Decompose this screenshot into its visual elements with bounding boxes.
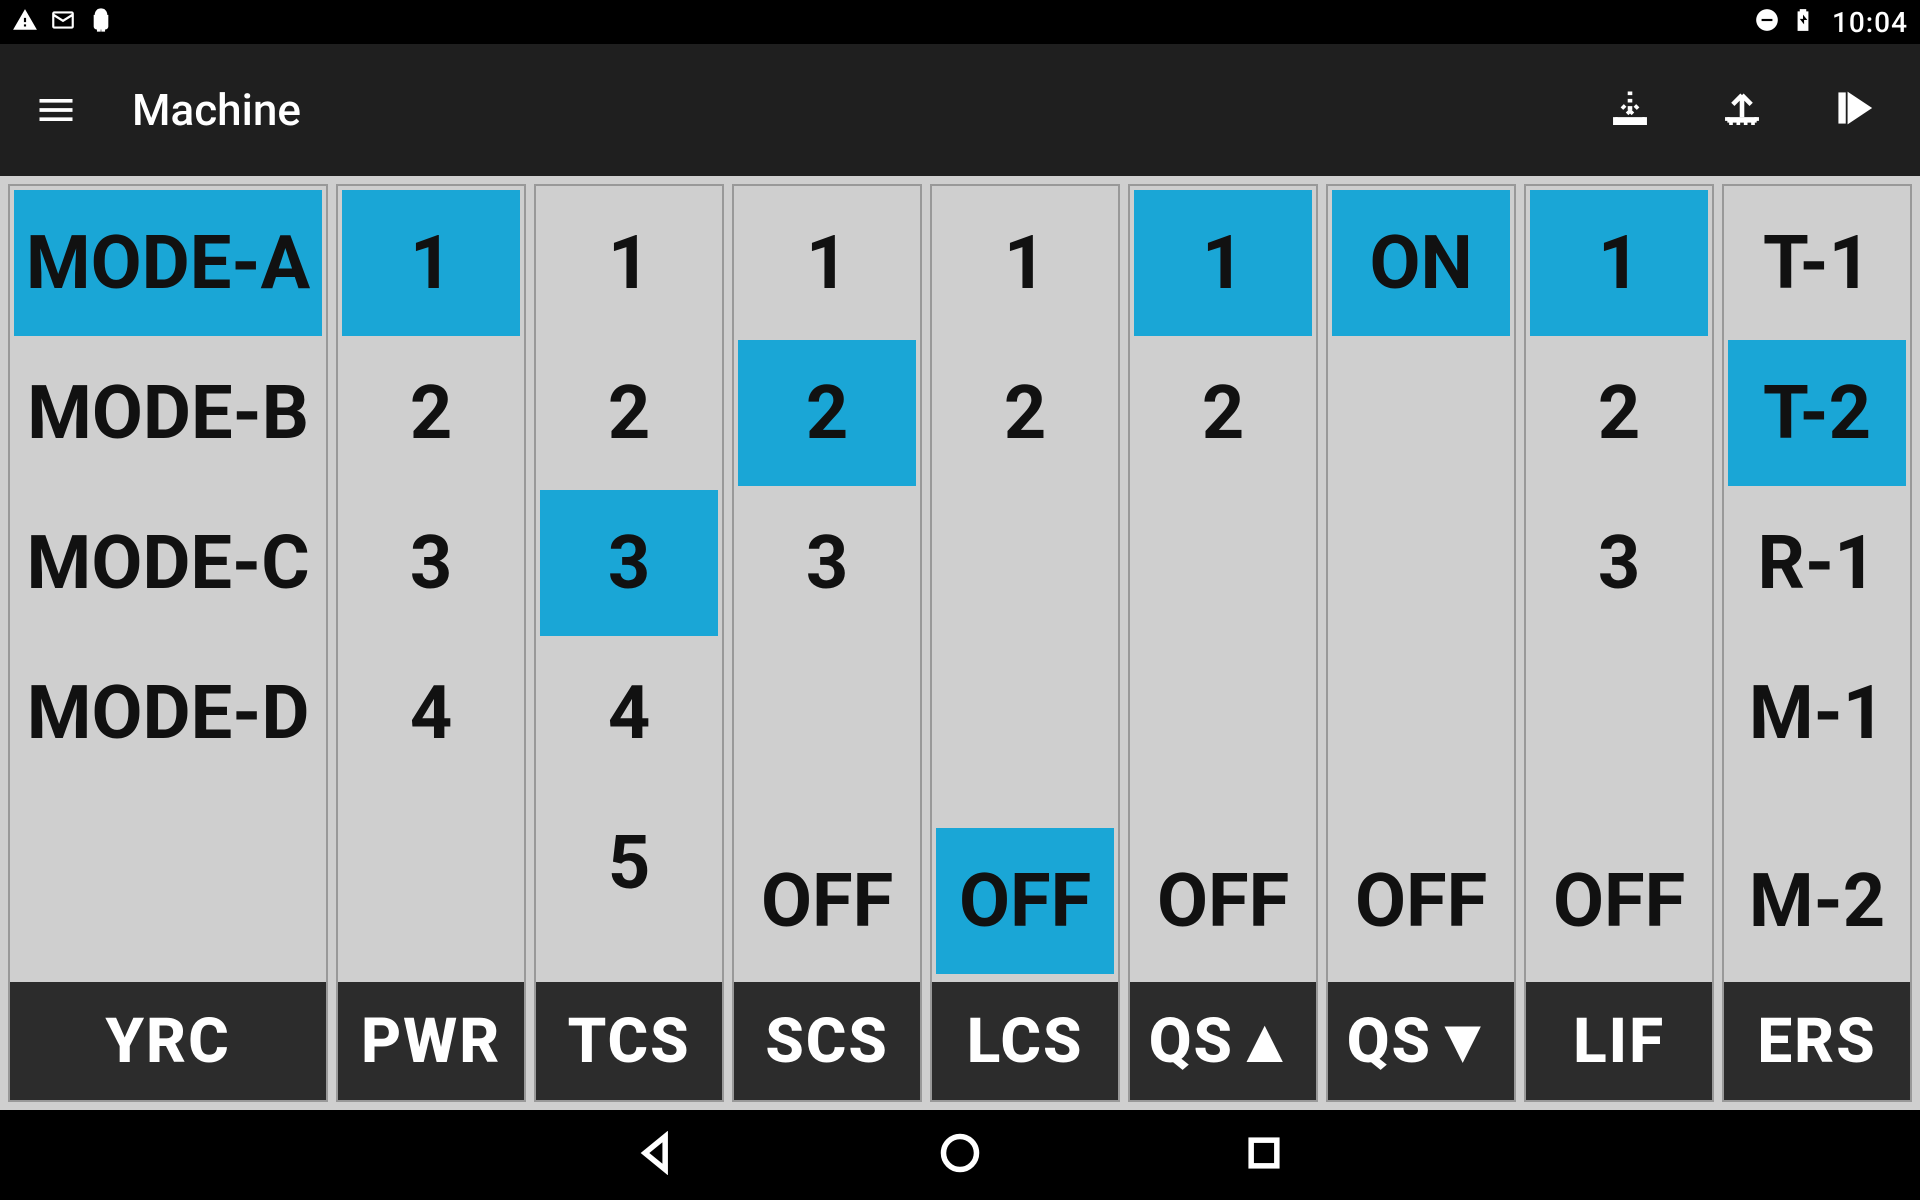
spacer xyxy=(734,734,920,828)
spacer xyxy=(1130,715,1316,828)
spacer xyxy=(338,790,524,884)
column-label-qs[interactable]: QS▲ xyxy=(1130,982,1316,1100)
option-tcs-2[interactable]: 2 xyxy=(540,340,718,486)
option-lif-2[interactable]: 2 xyxy=(1530,340,1708,486)
recents-button[interactable] xyxy=(1242,1131,1286,1179)
option-qs-2[interactable]: 2 xyxy=(1134,340,1312,486)
home-button[interactable] xyxy=(938,1131,982,1179)
column-scs: 123 OFFSCS xyxy=(732,184,922,1102)
option-yrc-modec[interactable]: MODE-C xyxy=(14,490,322,636)
column-yrc: MODE-AMODE-BMODE-CMODE-D YRC xyxy=(8,184,328,1102)
settings-grid: MODE-AMODE-BMODE-CMODE-DYRC1234PWR12345T… xyxy=(0,176,1920,1110)
column-label-scs[interactable]: SCS xyxy=(734,982,920,1100)
column-ers: T-1T-2R-1M-1 M-2ERS xyxy=(1722,184,1912,1102)
option-scs-3[interactable]: 3 xyxy=(738,490,916,636)
option-qs-off[interactable]: OFF xyxy=(1332,828,1510,974)
option-ers-m2[interactable]: M-2 xyxy=(1728,828,1906,974)
option-scs-2[interactable]: 2 xyxy=(738,340,916,486)
column-label-lif[interactable]: LIF xyxy=(1526,982,1712,1100)
option-pwr-1[interactable]: 1 xyxy=(342,190,520,336)
option-qs-off[interactable]: OFF xyxy=(1134,828,1312,974)
navigation-bar xyxy=(0,1110,1920,1200)
column-qs: 12 OFFQS▲ xyxy=(1128,184,1318,1102)
option-ers-t1[interactable]: T-1 xyxy=(1728,190,1906,336)
back-button[interactable] xyxy=(634,1131,678,1179)
option-tcs-1[interactable]: 1 xyxy=(540,190,718,336)
option-qs-on[interactable]: ON xyxy=(1332,190,1510,336)
android-icon xyxy=(88,7,114,37)
mail-icon xyxy=(50,7,76,37)
option-tcs-5[interactable]: 5 xyxy=(540,790,718,936)
spacer xyxy=(1724,790,1910,828)
option-ers-r1[interactable]: R-1 xyxy=(1728,490,1906,636)
column-label-lcs[interactable]: LCS xyxy=(932,982,1118,1100)
option-tcs-3[interactable]: 3 xyxy=(540,490,718,636)
spacer xyxy=(10,790,326,884)
clock: 10:04 xyxy=(1832,6,1908,39)
spacer xyxy=(1526,640,1712,734)
spacer xyxy=(1328,340,1514,462)
option-yrc-modea[interactable]: MODE-A xyxy=(14,190,322,336)
spacer xyxy=(1328,462,1514,584)
option-ers-m1[interactable]: M-1 xyxy=(1728,640,1906,786)
spacer xyxy=(338,884,524,978)
download-button[interactable] xyxy=(1608,86,1652,134)
option-qs-1[interactable]: 1 xyxy=(1134,190,1312,336)
column-label-pwr[interactable]: PWR xyxy=(338,982,524,1100)
column-label-tcs[interactable]: TCS xyxy=(536,982,722,1100)
option-scs-off[interactable]: OFF xyxy=(738,828,916,974)
option-lif-3[interactable]: 3 xyxy=(1530,490,1708,636)
spacer xyxy=(932,490,1118,603)
upload-button[interactable] xyxy=(1720,86,1764,134)
option-lcs-1[interactable]: 1 xyxy=(936,190,1114,336)
option-pwr-2[interactable]: 2 xyxy=(342,340,520,486)
option-lif-1[interactable]: 1 xyxy=(1530,190,1708,336)
spacer xyxy=(932,603,1118,716)
column-qs: ON OFFQS▼ xyxy=(1326,184,1516,1102)
option-lif-off[interactable]: OFF xyxy=(1530,828,1708,974)
spacer xyxy=(1328,584,1514,706)
spacer xyxy=(1130,603,1316,716)
spacer xyxy=(734,640,920,734)
option-pwr-3[interactable]: 3 xyxy=(342,490,520,636)
status-bar: 10:04 xyxy=(0,0,1920,44)
option-yrc-modeb[interactable]: MODE-B xyxy=(14,340,322,486)
column-label-ers[interactable]: ERS xyxy=(1724,982,1910,1100)
column-label-yrc[interactable]: YRC xyxy=(10,982,326,1100)
spacer xyxy=(932,715,1118,828)
option-lcs-2[interactable]: 2 xyxy=(936,340,1114,486)
warning-icon xyxy=(12,7,38,37)
play-button[interactable] xyxy=(1832,86,1876,134)
option-scs-1[interactable]: 1 xyxy=(738,190,916,336)
spacer xyxy=(1526,734,1712,828)
app-bar: Machine xyxy=(0,44,1920,176)
spacer xyxy=(1130,490,1316,603)
option-yrc-moded[interactable]: MODE-D xyxy=(14,640,322,786)
option-pwr-4[interactable]: 4 xyxy=(342,640,520,786)
column-pwr: 1234 PWR xyxy=(336,184,526,1102)
spacer xyxy=(536,940,722,978)
dnd-icon xyxy=(1754,7,1780,37)
option-tcs-4[interactable]: 4 xyxy=(540,640,718,786)
battery-charging-icon xyxy=(1790,7,1816,37)
option-lcs-off[interactable]: OFF xyxy=(936,828,1114,974)
spacer xyxy=(10,884,326,978)
column-lcs: 12 OFFLCS xyxy=(930,184,1120,1102)
spacer xyxy=(1328,706,1514,828)
column-tcs: 12345 TCS xyxy=(534,184,724,1102)
page-title: Machine xyxy=(132,84,301,136)
column-label-qs[interactable]: QS▼ xyxy=(1328,982,1514,1100)
column-lif: 123 OFFLIF xyxy=(1524,184,1714,1102)
menu-button[interactable] xyxy=(28,82,84,138)
option-ers-t2[interactable]: T-2 xyxy=(1728,340,1906,486)
